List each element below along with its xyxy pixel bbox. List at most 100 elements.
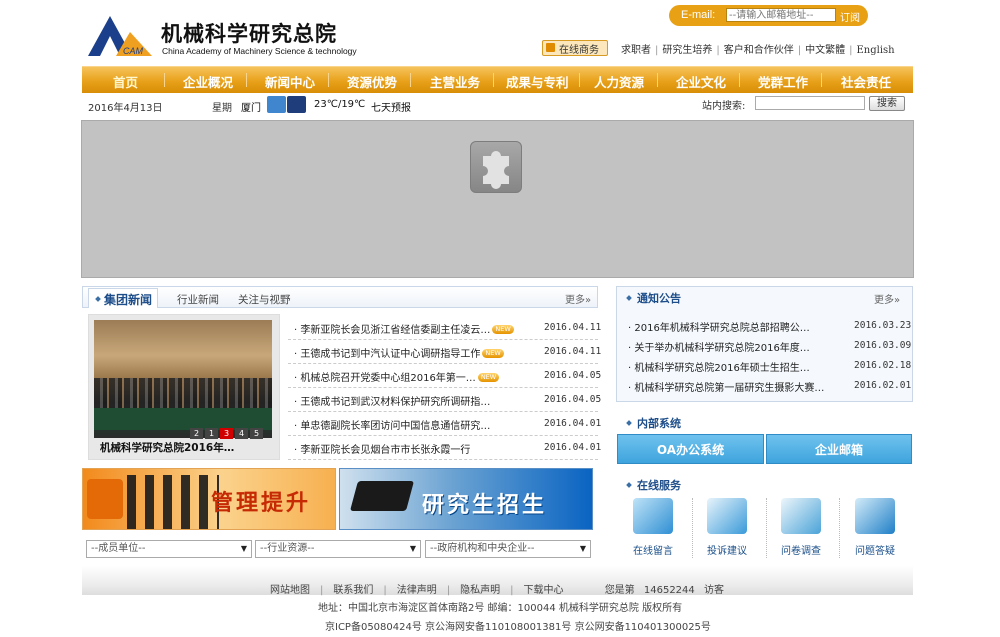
link-english[interactable]: English bbox=[857, 45, 895, 56]
list-item[interactable]: · 2016年机械科学研究总院总部招聘公… 2016.03.23 bbox=[626, 316, 911, 336]
nav-party[interactable]: 党群工作 bbox=[758, 72, 808, 91]
list-item[interactable]: · 机械科学研究总院2016年硕士生招生… 2016.02.18 bbox=[626, 356, 911, 376]
list-item[interactable]: · 机械总院召开党委中心组2016年第一… NEW 2016.04.05 bbox=[288, 364, 601, 388]
diamond-icon bbox=[626, 295, 632, 301]
footer-address: 地址：中国北京市海淀区首体南路2号 邮编：100044 机械科学研究总院 版权所… bbox=[318, 603, 683, 614]
management-promo-banner[interactable]: 管理提升 bbox=[82, 468, 336, 530]
tab-focus-vision[interactable]: 关注与视野 bbox=[238, 292, 291, 307]
dropdown-arrow-icon: ▼ bbox=[240, 544, 247, 553]
cam-logo-icon[interactable]: CAM bbox=[86, 12, 154, 58]
footer-links: 网站地图 | 联系我们 | 法律声明 | 隐私声明 | 下载中心 您是第 14652244 访客 bbox=[270, 585, 724, 596]
forecast-link[interactable]: 七天预报 bbox=[371, 99, 411, 114]
search-label: 站内搜索: bbox=[702, 101, 746, 112]
visitor-count: 14652244 bbox=[643, 585, 695, 596]
site-title: 机械科学研究总院 bbox=[161, 21, 337, 46]
link-contact[interactable]: 联系我们 bbox=[333, 585, 373, 596]
nav-overview[interactable]: 企业概况 bbox=[183, 72, 233, 91]
slide-pager-4[interactable]: 5 bbox=[250, 428, 263, 439]
link-sitemap[interactable]: 网站地图 bbox=[270, 585, 310, 596]
weekday-label: 星期 bbox=[212, 103, 232, 114]
link-job-seekers[interactable]: 求职者 bbox=[621, 45, 651, 56]
diamond-icon bbox=[626, 482, 632, 488]
link-legal[interactable]: 法律声明 bbox=[397, 585, 437, 596]
tab-industry-news[interactable]: 行业新闻 bbox=[177, 292, 219, 307]
link-privacy[interactable]: 隐私声明 bbox=[460, 585, 500, 596]
visitor-suffix: 访客 bbox=[703, 585, 724, 596]
double-chevron-icon: » bbox=[894, 295, 901, 306]
nav-achievements[interactable]: 成果与专利 bbox=[506, 72, 569, 91]
photo-table bbox=[94, 408, 272, 430]
puzzle-icon bbox=[87, 479, 123, 519]
search-button[interactable]: 搜索 bbox=[869, 96, 905, 111]
plugin-icon[interactable] bbox=[470, 141, 522, 193]
email-input[interactable] bbox=[726, 8, 836, 22]
list-item[interactable]: · 单忠德副院长率团访问中国信息通信研究… 2016.04.01 bbox=[288, 412, 601, 436]
member-units-select[interactable]: --成员单位-- ▼ bbox=[86, 540, 252, 558]
oa-system-button[interactable]: OA办公系统 bbox=[617, 434, 764, 464]
tab-group-news[interactable]: 集团新闻 bbox=[88, 288, 158, 308]
nav-resources[interactable]: 资源优势 bbox=[347, 72, 397, 91]
online-business-button[interactable]: 在线商务 bbox=[542, 40, 608, 56]
svg-text:CAM: CAM bbox=[123, 46, 144, 56]
weather-city: 厦门 bbox=[241, 103, 261, 114]
dropdown-arrow-icon: ▼ bbox=[409, 544, 416, 553]
link-graduate-training[interactable]: 研究生培养 bbox=[662, 45, 712, 56]
question-monitor-icon bbox=[855, 498, 895, 534]
new-badge: NEW bbox=[482, 349, 504, 358]
online-services-title: 在线服务 bbox=[626, 477, 681, 493]
business-people-image bbox=[127, 475, 219, 529]
list-item[interactable]: · 李新亚院长会见浙江省经信委副主任凌云… NEW 2016.04.11 bbox=[288, 316, 601, 340]
list-item[interactable]: · 李新亚院长会见烟台市市长张永霞一行 2016.04.01 bbox=[288, 436, 601, 460]
dropdown-arrow-icon: ▼ bbox=[579, 544, 586, 553]
notice-title: 通知公告 bbox=[626, 290, 681, 306]
list-item[interactable]: · 关于举办机械科学研究总院2016年度… 2016.03.09 bbox=[626, 336, 911, 356]
graduate-promo-banner[interactable]: 研究生招生 bbox=[339, 468, 593, 530]
list-item[interactable]: · 机械科学研究总院第一届研究生摄影大赛… 2016.02.01 bbox=[626, 376, 911, 396]
site-subtitle: China Academy of Machinery Science & tec… bbox=[162, 46, 357, 56]
list-item[interactable]: · 王德成书记到中汽认证中心调研指导工作 NEW 2016.04.11 bbox=[288, 340, 601, 364]
diamond-icon bbox=[95, 296, 101, 302]
shop-icon bbox=[546, 43, 555, 52]
service-faq[interactable]: 问题答疑 bbox=[839, 496, 911, 560]
double-chevron-icon: » bbox=[585, 295, 592, 306]
service-message[interactable]: 在线留言 bbox=[617, 496, 689, 560]
survey-paper-icon bbox=[781, 498, 821, 534]
temperature: 23℃/19℃ bbox=[314, 99, 366, 110]
nav-news[interactable]: 新闻中心 bbox=[265, 72, 315, 91]
link-partners[interactable]: 客户和合作伙伴 bbox=[724, 45, 794, 56]
notice-more-link[interactable]: 更多» bbox=[874, 291, 900, 306]
photo-caption[interactable]: 机械科学研究总院2016年… bbox=[100, 440, 276, 455]
news-more-link[interactable]: 更多» bbox=[565, 291, 591, 306]
news-list: · 李新亚院长会见浙江省经信委副主任凌云… NEW 2016.04.11 · 王德成… bbox=[288, 316, 601, 460]
service-survey[interactable]: 问卷调查 bbox=[765, 496, 837, 560]
nav-responsibility[interactable]: 社会责任 bbox=[841, 72, 891, 91]
slide-pager-3[interactable]: 4 bbox=[235, 428, 248, 439]
search-input[interactable] bbox=[755, 96, 865, 110]
slide-pager-0[interactable]: 2 bbox=[190, 428, 203, 439]
industry-resources-select[interactable]: --行业资源-- ▼ bbox=[255, 540, 421, 558]
main-nav: 首页 企业概况 新闻中心 资源优势 主营业务 成果与专利 人力资源 企业文化 党… bbox=[82, 66, 913, 93]
service-complaint[interactable]: 投诉建议 bbox=[691, 496, 763, 560]
nav-home[interactable]: 首页 bbox=[113, 72, 138, 91]
nav-business[interactable]: 主营业务 bbox=[430, 72, 480, 91]
news-panel-header bbox=[82, 286, 598, 308]
message-book-icon bbox=[633, 498, 673, 534]
notice-list: · 2016年机械科学研究总院总部招聘公… 2016.03.23 · 关于举办机械… bbox=[626, 316, 911, 396]
slide-pager-1[interactable]: 1 bbox=[205, 428, 218, 439]
slide-pager-2[interactable]: 3 bbox=[220, 428, 233, 439]
subscribe-link[interactable]: 订阅 bbox=[840, 9, 860, 24]
link-traditional-chinese[interactable]: 中文繁體 bbox=[805, 45, 845, 56]
internal-systems-title: 内部系统 bbox=[626, 415, 681, 431]
rain-weather-icon bbox=[267, 96, 286, 113]
enterprise-mail-button[interactable]: 企业邮箱 bbox=[766, 434, 912, 464]
list-item[interactable]: · 王德成书记到武汉材料保护研究所调研指… 2016.04.05 bbox=[288, 388, 601, 412]
government-agencies-select[interactable]: --政府机构和中央企业-- ▼ bbox=[425, 540, 591, 558]
mailbox-icon bbox=[707, 498, 747, 534]
link-download[interactable]: 下载中心 bbox=[524, 585, 564, 596]
new-badge: NEW bbox=[477, 373, 500, 382]
email-label: E-mail: bbox=[681, 9, 716, 21]
nav-hr[interactable]: 人力资源 bbox=[594, 72, 644, 91]
footer-icp: 京ICP备05080424号 京公海网安备110108001381号 京公网安备… bbox=[325, 622, 711, 633]
photo-people bbox=[94, 378, 272, 408]
nav-culture[interactable]: 企业文化 bbox=[676, 72, 726, 91]
